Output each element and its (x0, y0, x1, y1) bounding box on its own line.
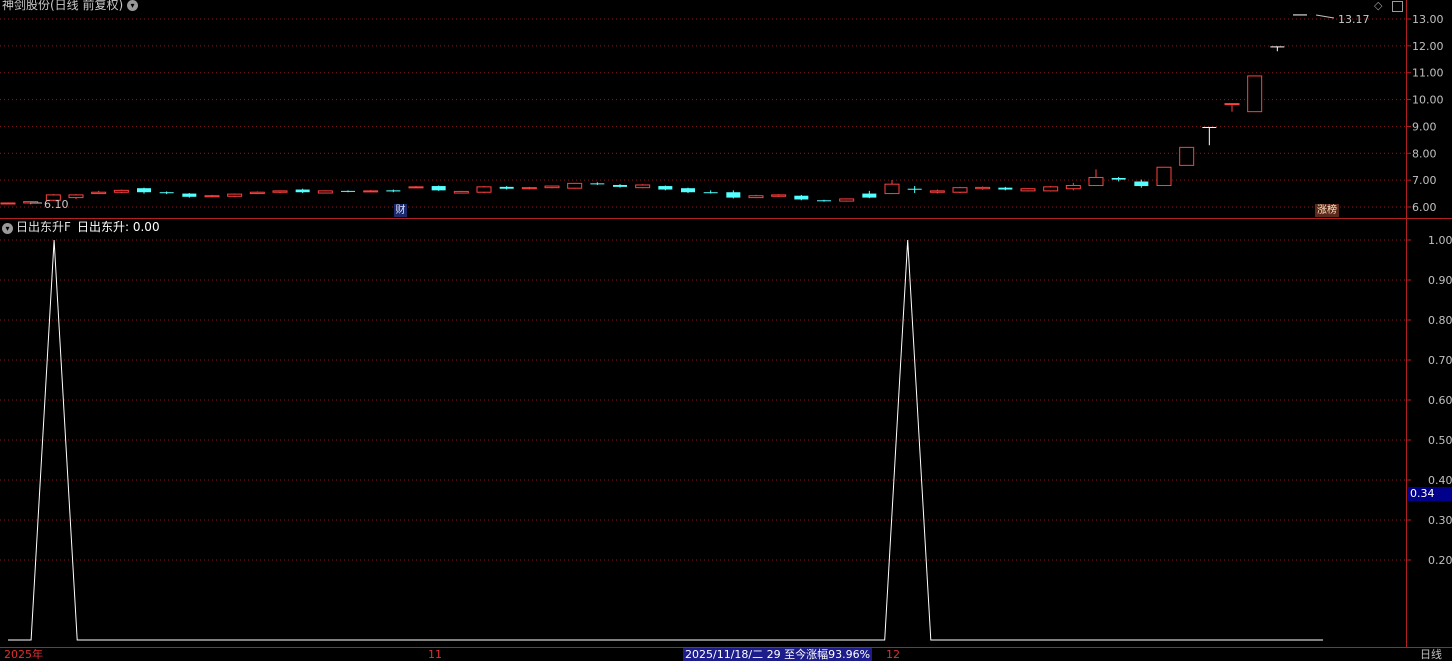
candle-body (1224, 103, 1240, 106)
limit-up-tag[interactable]: 涨榜 (1315, 204, 1339, 217)
candle-body (91, 191, 107, 195)
price-tick-label: 6.00 (1412, 201, 1437, 214)
candle-body (363, 190, 379, 193)
price-low-marker: 6.10 (44, 198, 69, 211)
candle-body (794, 195, 809, 200)
candle-body (817, 200, 831, 202)
candle-body (204, 195, 220, 198)
candle-body (453, 190, 469, 194)
price-tick-label: 12.00 (1412, 40, 1444, 53)
candle-body (476, 186, 492, 193)
candle-body (1134, 181, 1149, 187)
candle-body (68, 194, 84, 199)
candle-body (613, 184, 627, 187)
price-tick-label: 10.00 (1412, 94, 1444, 107)
indicator-menu-icon[interactable]: ▾ (2, 223, 13, 234)
ind-tick-label: 0.60 (1428, 394, 1452, 407)
hi-arrow (1315, 14, 1335, 19)
price-tick-label: 13.00 (1412, 13, 1444, 26)
candle-body (1293, 14, 1307, 16)
candle-body (1043, 186, 1059, 192)
indicator-value: 日出东升: 0.00 (77, 220, 160, 234)
price-tick-label: 7.00 (1412, 174, 1437, 187)
candle-body (590, 183, 605, 185)
candle-body (748, 195, 764, 199)
candle-body (431, 186, 446, 191)
candle-body (272, 190, 288, 193)
candle-body (341, 190, 355, 192)
candle-body (907, 188, 922, 190)
candle-body (998, 187, 1013, 190)
candle-body (0, 202, 16, 205)
candle-body (1202, 126, 1217, 128)
price-tick-label: 11.00 (1412, 67, 1444, 80)
candle-body (137, 188, 151, 193)
candle-body (703, 192, 718, 194)
candle-body (1270, 46, 1285, 48)
candle-body (681, 188, 695, 193)
candle-body (249, 191, 265, 195)
window-box-icon[interactable] (1392, 1, 1403, 12)
candle-body (113, 189, 129, 193)
ind-tick-label: 0.30 (1428, 514, 1452, 527)
price-high-marker: 13.17 (1338, 13, 1370, 26)
candle-body (159, 192, 174, 194)
finance-tag[interactable]: 财 (394, 204, 407, 217)
candle-body (386, 190, 401, 192)
candle-body (499, 186, 514, 189)
candle-body (635, 184, 651, 189)
candle-body (1065, 185, 1081, 190)
candle-body (295, 189, 310, 193)
ind-tick-label: 0.40 (1428, 474, 1452, 487)
chart-title: 神剑股份(日线 前复权) (2, 0, 124, 12)
candle-body (771, 194, 787, 197)
axis-month-11: 11 (428, 648, 442, 661)
stock-chart[interactable]: 13.00 12.00 11.00 10.00 9.00 8.00 7.00 6.00 1.00… (0, 0, 1452, 661)
candle-body (862, 193, 877, 198)
candle-body (408, 186, 424, 189)
candle-body (1156, 166, 1172, 187)
candle-body (726, 192, 741, 198)
candle-body (567, 182, 583, 189)
candle-body (1020, 188, 1036, 192)
axis-year-label: 2025年 (4, 648, 43, 661)
candle-body (658, 186, 673, 190)
candle-body (1111, 177, 1126, 180)
candle-body (884, 183, 900, 195)
indicator-name[interactable]: 日出东升F (16, 221, 71, 234)
candle-body (952, 187, 968, 193)
ind-tick-label: 0.70 (1428, 354, 1452, 367)
candle-body (521, 187, 537, 190)
ind-tick-label: 1.00 (1428, 234, 1452, 247)
ind-tick-label: 0.90 (1428, 274, 1452, 287)
axis-month-12: 12 (886, 648, 900, 661)
candle-body (975, 186, 991, 190)
candle-body (317, 190, 333, 194)
candle-body (182, 193, 197, 197)
candle-body (1088, 176, 1104, 187)
price-tick-label: 8.00 (1412, 147, 1437, 160)
cursor-info-bar: 2025/11/18/二 29 至今涨幅93.96% (683, 648, 873, 661)
candle-body (227, 193, 243, 197)
candle-body (1247, 75, 1263, 113)
ind-tick-label: 0.80 (1428, 314, 1452, 327)
candle-body (839, 198, 855, 202)
ind-tick-label: 0.20 (1428, 554, 1452, 567)
diamond-icon[interactable]: ◇ (1374, 0, 1382, 12)
indicator-line (8, 239, 1323, 641)
ind-tick-label: 0.50 (1428, 434, 1452, 447)
chevron-down-icon[interactable]: ▾ (127, 0, 138, 11)
price-tick-label: 9.00 (1412, 120, 1437, 133)
current-value-tag: 0.34 (1408, 487, 1452, 501)
candle-body (544, 185, 560, 189)
period-selector[interactable]: 日线 (1420, 648, 1442, 661)
candle-body (1179, 146, 1195, 166)
candle-body (929, 190, 945, 193)
